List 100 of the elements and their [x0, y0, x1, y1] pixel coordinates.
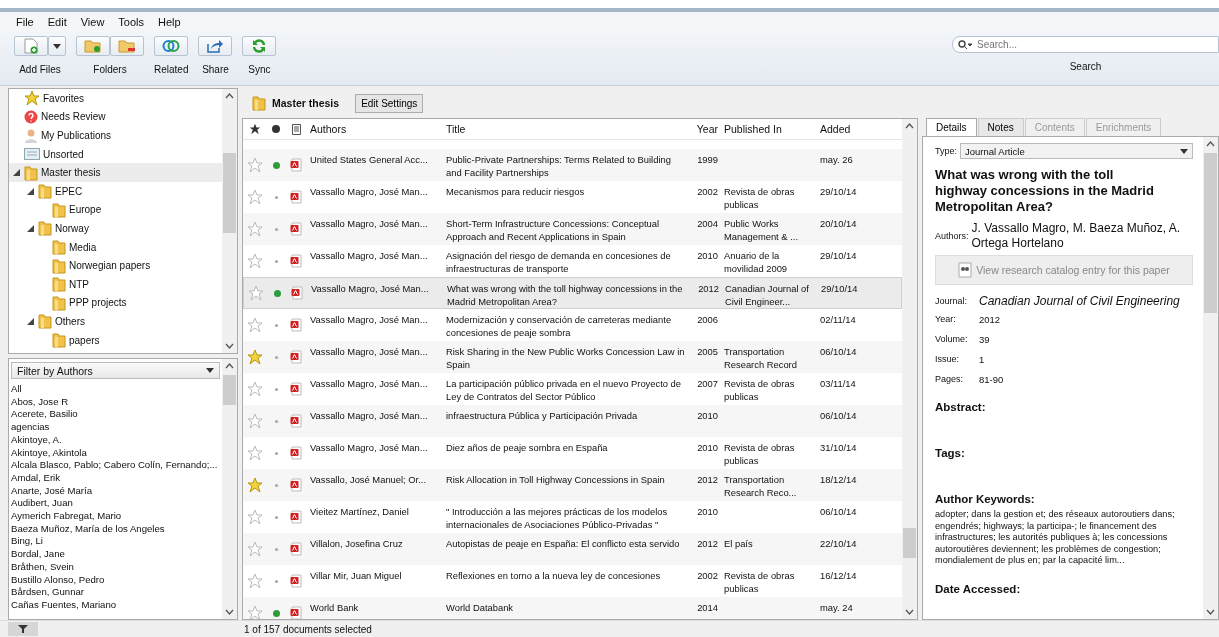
star-icon[interactable] — [246, 541, 263, 557]
author-filter-item[interactable]: Amdal, Erik — [11, 471, 220, 485]
expanded-icon[interactable] — [27, 317, 34, 325]
author-filter-item[interactable]: Audibert, Juan — [11, 497, 220, 511]
unread-dot[interactable] — [272, 161, 280, 169]
document-row[interactable]: Vassallo Magro, José Man... Asignación del riesgo de demanda en concesiones de infraestructuras de transporte 2010 Anuario de la movilidad 2009 29/10/14 — [243, 245, 902, 277]
star-icon[interactable] — [246, 221, 263, 237]
star-icon[interactable] — [246, 477, 263, 493]
collection-item[interactable]: Needs Review — [9, 107, 222, 127]
star-icon[interactable] — [246, 317, 263, 333]
collection-item[interactable]: NTP — [9, 274, 222, 294]
document-row[interactable]: Vassallo Magro, José Man... La participación público privada en el nuevo Proyecto de Ley de Contratos del Sector Público 2007 Revista de obras publicas 03/11/14 — [243, 373, 902, 405]
star-icon[interactable] — [246, 253, 263, 269]
scroll-down-icon[interactable] — [225, 609, 234, 615]
scroll-up-icon[interactable] — [905, 123, 914, 129]
read-dot[interactable] — [272, 545, 280, 553]
column-header[interactable]: Published In — [720, 123, 816, 135]
search-icon[interactable] — [958, 40, 972, 50]
scroll-up-icon[interactable] — [1206, 141, 1215, 147]
document-row[interactable]: Vassallo Magro, José Man... What was wrong with the toll highway concessions in the Madrid Metropolitan Area? 2012 Canadian Journal of Civil Engineer... 29/10/14 — [243, 277, 902, 309]
read-dot[interactable] — [272, 449, 280, 457]
star-icon[interactable] — [246, 509, 263, 525]
read-dot[interactable] — [272, 385, 280, 393]
author-filter-item[interactable]: Abos, Jose R — [11, 395, 220, 409]
author-filter-item[interactable]: Akintoye, Akintola — [11, 446, 220, 460]
author-filter-item[interactable]: Bustillo Alonso, Pedro — [11, 573, 220, 587]
author-filter-item[interactable]: Bårdsen, Gunnar — [11, 586, 220, 599]
scrollbar[interactable] — [222, 89, 237, 353]
column-header[interactable]: Title — [442, 123, 692, 135]
scroll-thumb[interactable] — [1204, 153, 1217, 313]
star-icon[interactable] — [246, 349, 263, 365]
collection-item[interactable]: EPEC — [9, 181, 222, 201]
star-icon[interactable] — [246, 381, 263, 397]
document-row[interactable]: Vassallo Magro, José Man... Risk Sharing in the New Public Works Concession Law in Spain 2005 Transportation Research Record 06/10/14 — [243, 341, 902, 373]
dropdown-button[interactable] — [48, 36, 66, 56]
unread-dot[interactable] — [273, 289, 281, 297]
read-dot[interactable] — [272, 225, 280, 233]
author-filter-item[interactable]: Alcala Blasco, Pablo; Cabero Colín, Fernando;... — [11, 459, 220, 472]
tab[interactable]: Notes — [977, 118, 1024, 136]
menu-item[interactable]: Edit — [47, 16, 67, 28]
document-row[interactable]: Vassallo Magro, José Man... Short-Term Infrastructure Concessions: Conceptual Approach and Recent Applications in Spain 2004 Public Works Management & ... 20/10/14 — [243, 213, 902, 245]
document-row[interactable]: World Bank World Databank 2014 may. 24 — [243, 597, 902, 619]
filter-dropdown[interactable]: Filter by Authors — [11, 362, 220, 379]
document-row[interactable]: Vassallo Magro, José Man... Diez años de peaje sombra en España 2010 Revista de obras publicas 31/10/14 — [243, 437, 902, 469]
scrollbar[interactable] — [222, 359, 237, 619]
document-row[interactable]: Villar Mir, Juan Miguel Reflexiones en torno a la nueva ley de concesiones 2002 Revista de obras publicas 16/12/14 — [243, 565, 902, 597]
scroll-thumb[interactable] — [903, 528, 916, 558]
author-filter-item[interactable]: Aymerich Fabregat, Mario — [11, 510, 220, 523]
read-dot[interactable] — [272, 257, 280, 265]
scroll-up-icon[interactable] — [225, 363, 234, 369]
author-filter-item[interactable]: Acerete, Basilio — [11, 408, 220, 422]
read-dot[interactable] — [272, 481, 280, 489]
collection-item[interactable]: Others — [9, 312, 222, 331]
expanded-icon[interactable] — [27, 187, 34, 195]
read-dot[interactable] — [272, 353, 280, 361]
star-icon[interactable] — [246, 413, 263, 429]
author-filter-item[interactable]: Cañas Fuentes, Mariano — [11, 598, 220, 612]
author-filter-item[interactable]: Bing, Li — [11, 535, 220, 549]
star-icon[interactable] — [246, 445, 263, 461]
document-row[interactable]: Vassallo Magro, José Man... Mecanismos para reducir riesgos 2002 Revista de obras publicas 29/10/14 — [243, 181, 902, 213]
expanded-icon[interactable] — [13, 169, 20, 177]
author-filter-item[interactable]: Akintoye, A. — [11, 433, 220, 447]
search-field[interactable]: Search... — [952, 36, 1219, 53]
scroll-down-icon[interactable] — [1206, 609, 1215, 615]
scroll-thumb[interactable] — [223, 153, 236, 233]
menu-item[interactable]: Tools — [118, 16, 145, 28]
author-filter-item[interactable]: All — [11, 383, 220, 396]
document-row[interactable]: Vassallo, José Manuel; Or... Risk Allocation in Toll Highway Concessions in Spain 2012 Transportation Research Reco... 18/12/14 — [243, 469, 902, 501]
type-select[interactable]: Journal Article — [960, 143, 1193, 159]
collection-item[interactable]: Norwegian papers — [9, 256, 222, 275]
collection-item[interactable]: Norway — [9, 219, 222, 238]
star-icon[interactable] — [246, 573, 263, 589]
read-dot[interactable] — [272, 417, 280, 425]
filter-button[interactable] — [8, 622, 38, 636]
author-filter-item[interactable]: Bordal, Jane — [11, 548, 220, 561]
unread-dot[interactable] — [272, 609, 280, 617]
tab[interactable]: Details — [926, 118, 977, 136]
collection-item[interactable]: Unsorted — [9, 144, 222, 164]
document-row[interactable]: United States General Acc... Public-Private Partnerships: Terms Related to Building and Facility Partnerships 1999 may. 26 — [243, 149, 902, 181]
star-icon[interactable] — [246, 189, 263, 205]
scroll-thumb[interactable] — [223, 375, 236, 405]
read-dot[interactable] — [272, 513, 280, 521]
expanded-icon[interactable] — [27, 224, 34, 232]
star-icon[interactable] — [246, 157, 263, 173]
scrollbar[interactable] — [902, 119, 917, 619]
share-button[interactable] — [198, 36, 233, 56]
author-filter-item[interactable]: agencias — [11, 421, 220, 434]
scroll-down-icon[interactable] — [905, 609, 914, 615]
scroll-up-icon[interactable] — [225, 93, 234, 99]
read-dot[interactable] — [272, 193, 280, 201]
edit-settings-button[interactable]: Edit Settings — [355, 93, 424, 113]
collection-item[interactable]: Europe — [9, 200, 222, 220]
remove-folder-button[interactable] — [110, 36, 144, 56]
document-row[interactable]: Villalon, Josefina Cruz Autopistas de peaje en España: El conflicto esta servido 2012 El país 22/10/14 — [243, 533, 902, 565]
collection-item[interactable]: My Publications — [9, 126, 222, 145]
document-row[interactable]: Vassallo Magro, José Man... infraestructura Pública y Participación Privada 2010 06/10/14 — [243, 405, 902, 437]
document-row[interactable]: Vieitez Martínez, Daniel " Introducción a las mejores prácticas de los modelos internacionales de Asociaciones Público-Privadas " 2010 06/10/14 — [243, 501, 902, 533]
author-filter-item[interactable]: Baeza Muñoz, María de los Angeles — [11, 522, 220, 536]
related-button[interactable] — [154, 36, 189, 56]
collection-item[interactable]: papers — [9, 330, 222, 350]
